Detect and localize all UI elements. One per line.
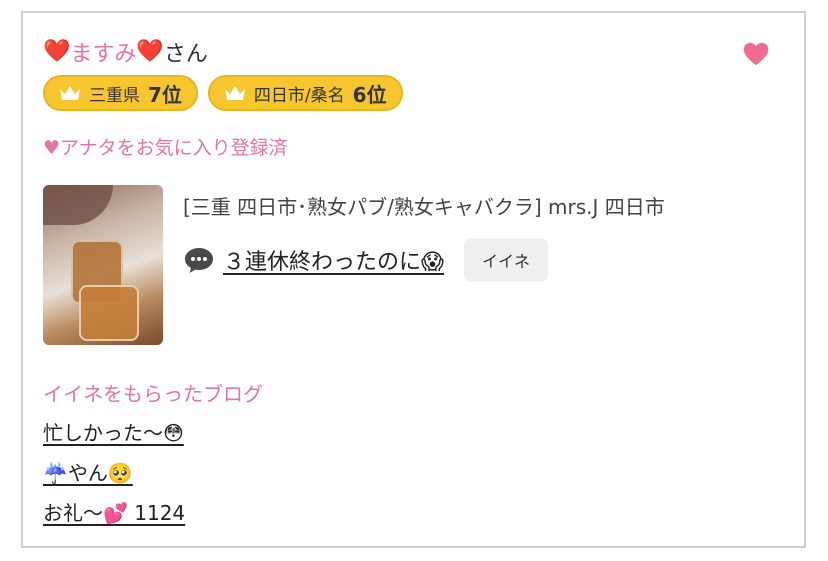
- crown-icon: [224, 86, 245, 100]
- rank-area-label: 三重県: [89, 85, 140, 106]
- rank-badge-city[interactable]: 四日市/桑名 6位: [207, 75, 403, 111]
- blog-link[interactable]: 忙しかった〜😳: [43, 421, 184, 445]
- cast-name-text: ますみ: [70, 42, 137, 67]
- heart-emoji-left: ❤️: [43, 39, 71, 64]
- post-thumbnail[interactable]: [43, 185, 163, 345]
- thumbnail-hand: [43, 185, 113, 225]
- shop-info[interactable]: [三重 四日市･熟女パブ/熟女キャバクラ] mrs.J 四日市: [183, 191, 665, 220]
- rank-area-label: 四日市/桑名: [253, 85, 345, 106]
- cast-name[interactable]: ❤️ ますみ ❤️ さん: [43, 35, 208, 69]
- speech-bubble-icon: [185, 248, 213, 273]
- thumbnail-glass: [79, 285, 139, 341]
- latest-post: ３連休終わったのに😱 イイネ: [183, 239, 548, 281]
- blog-link[interactable]: お礼〜💕 1124: [43, 501, 185, 525]
- rank-badge-prefecture[interactable]: 三重県 7位: [43, 75, 198, 111]
- list-item[interactable]: 忙しかった〜😳: [43, 417, 185, 457]
- rank-value: 7位: [148, 82, 182, 107]
- list-item[interactable]: お礼〜💕 1124: [43, 497, 185, 537]
- cast-card: ❤️ ますみ ❤️ さん 三重県 7位 四日市/桑名 6位 ♥アナタをお気に入り…: [21, 11, 806, 548]
- liked-blog-list: 忙しかった〜😳 ☔️やん🥺 お礼〜💕 1124: [43, 417, 185, 537]
- rank-value: 6位: [352, 82, 387, 107]
- cast-name-suffix: さん: [163, 42, 208, 67]
- rank-badges: 三重県 7位 四日市/桑名 6位: [43, 75, 403, 111]
- liked-blogs-heading: イイネをもらったブログ: [43, 382, 263, 406]
- list-item[interactable]: ☔️やん🥺: [43, 457, 185, 497]
- favorite-status: ♥アナタをお気に入り登録済: [43, 137, 288, 159]
- heart-emoji-right: ❤️: [136, 39, 164, 64]
- blog-link[interactable]: ☔️やん🥺: [43, 461, 133, 485]
- crown-icon: [60, 86, 80, 100]
- post-title-link[interactable]: ３連休終わったのに😱: [223, 244, 444, 276]
- iine-button[interactable]: イイネ: [463, 239, 548, 281]
- favorite-heart-icon[interactable]: [742, 40, 770, 68]
